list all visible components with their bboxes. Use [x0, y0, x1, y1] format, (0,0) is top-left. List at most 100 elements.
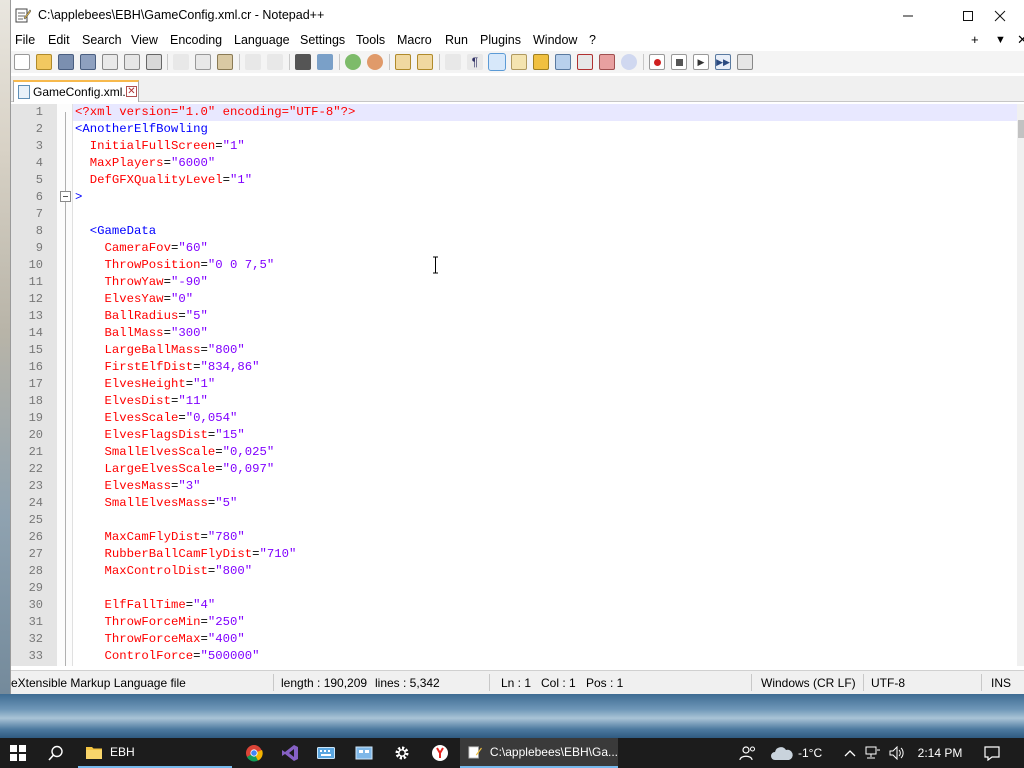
- menu-settings[interactable]: Settings: [300, 33, 345, 47]
- status-insert-mode[interactable]: INS: [991, 676, 1011, 690]
- code-line[interactable]: 24 SmallElvesMass="5": [11, 495, 1017, 512]
- code-line[interactable]: 3 InitialFullScreen="1": [11, 138, 1017, 155]
- taskbar-people[interactable]: [734, 738, 762, 768]
- status-encoding[interactable]: UTF-8: [871, 676, 905, 690]
- code-line[interactable]: 10 ThrowPosition="0 0 7,5": [11, 257, 1017, 274]
- zoom-in-icon[interactable]: [345, 54, 361, 70]
- code-line[interactable]: 22 LargeElvesScale="0,097": [11, 461, 1017, 478]
- taskbar-clock[interactable]: 2:14 PM: [912, 738, 968, 768]
- menu-run[interactable]: Run: [445, 33, 468, 47]
- taskbar-settings[interactable]: [384, 738, 420, 768]
- code-line[interactable]: 31 ThrowForceMin="250": [11, 614, 1017, 631]
- vertical-scrollbar[interactable]: [1017, 104, 1024, 666]
- undo-icon[interactable]: [245, 54, 261, 70]
- cut-icon[interactable]: [173, 54, 189, 70]
- new-file-icon[interactable]: [14, 54, 30, 70]
- code-line[interactable]: 13 BallRadius="5": [11, 308, 1017, 325]
- record-macro-icon[interactable]: [649, 54, 665, 70]
- sync-horizontal-icon[interactable]: [417, 54, 433, 70]
- code-line[interactable]: 28 MaxControlDist="800": [11, 563, 1017, 580]
- sync-vertical-icon[interactable]: [395, 54, 411, 70]
- run-macro-multiple-icon[interactable]: ▶▶: [715, 54, 731, 70]
- folder-as-workspace-icon[interactable]: [577, 54, 593, 70]
- code-line[interactable]: 8 <GameData: [11, 223, 1017, 240]
- code-line[interactable]: 9 CameraFov="60": [11, 240, 1017, 257]
- status-eol-format[interactable]: Windows (CR LF): [761, 676, 856, 690]
- show-hidden-icons-button[interactable]: [840, 738, 860, 768]
- print-icon[interactable]: [146, 54, 162, 70]
- tab-list-dropdown-button[interactable]: ▼: [995, 34, 1006, 46]
- paste-icon[interactable]: [217, 54, 233, 70]
- action-center-button[interactable]: [978, 738, 1006, 768]
- menu-language[interactable]: Language: [234, 33, 290, 47]
- document-map-icon[interactable]: [533, 54, 549, 70]
- code-line[interactable]: 16 FirstElfDist="834,86": [11, 359, 1017, 376]
- taskbar-keyboard-app[interactable]: [308, 738, 344, 768]
- menu-tools[interactable]: Tools: [356, 33, 385, 47]
- code-line[interactable]: 26 MaxCamFlyDist="780": [11, 529, 1017, 546]
- volume-control[interactable]: [886, 738, 908, 768]
- replace-icon[interactable]: [317, 54, 333, 70]
- save-icon[interactable]: [58, 54, 74, 70]
- tab-close-icon[interactable]: ✕: [126, 86, 137, 97]
- function-list-icon[interactable]: [555, 54, 571, 70]
- menu-search[interactable]: Search: [82, 33, 122, 47]
- code-line[interactable]: 27 RubberBallCamFlyDist="710": [11, 546, 1017, 563]
- code-line[interactable]: 12 ElvesYaw="0": [11, 291, 1017, 308]
- taskbar-yandex-browser[interactable]: [422, 738, 458, 768]
- close-all-icon[interactable]: [124, 54, 140, 70]
- taskbar-visual-studio[interactable]: [272, 738, 308, 768]
- menu-plugins[interactable]: Plugins: [480, 33, 521, 47]
- code-line[interactable]: 33 ControlForce="500000": [11, 648, 1017, 665]
- code-line[interactable]: 18 ElvesDist="11": [11, 393, 1017, 410]
- minimize-button[interactable]: [885, 0, 931, 31]
- save-all-icon[interactable]: [80, 54, 96, 70]
- start-button[interactable]: [0, 738, 36, 768]
- code-line[interactable]: 2 <AnotherElfBowling: [11, 121, 1017, 138]
- code-line[interactable]: 25: [11, 512, 1017, 529]
- new-tab-plus-button[interactable]: +: [971, 32, 979, 47]
- title-bar[interactable]: C:\applebees\EBH\GameConfig.xml.cr - Not…: [11, 0, 1024, 31]
- taskbar-notepadpp[interactable]: C:\applebees\EBH\Ga...: [460, 738, 618, 768]
- show-all-characters-icon[interactable]: ¶: [467, 54, 483, 70]
- code-line[interactable]: 7: [11, 206, 1017, 223]
- scrollbar-thumb[interactable]: [1018, 120, 1024, 138]
- close-document-button[interactable]: ✕: [1017, 32, 1024, 48]
- code-line[interactable]: 32 ThrowForceMax="400": [11, 631, 1017, 648]
- code-line[interactable]: 21 SmallElvesScale="0,025": [11, 444, 1017, 461]
- menu-encoding[interactable]: Encoding: [170, 33, 222, 47]
- taskbar-chrome[interactable]: [236, 738, 272, 768]
- redo-icon[interactable]: [267, 54, 283, 70]
- taskbar-explorer-ebh[interactable]: EBH: [78, 738, 232, 768]
- word-wrap-icon[interactable]: [445, 54, 461, 70]
- search-button[interactable]: [38, 738, 74, 768]
- taskbar-weather[interactable]: -1°C: [770, 738, 836, 768]
- menu-macro[interactable]: Macro: [397, 33, 432, 47]
- menu-window[interactable]: Window: [533, 33, 577, 47]
- project-icon[interactable]: [599, 54, 615, 70]
- play-macro-icon[interactable]: ▶: [693, 54, 709, 70]
- open-file-icon[interactable]: [36, 54, 52, 70]
- code-line[interactable]: 17 ElvesHeight="1": [11, 376, 1017, 393]
- code-line[interactable]: 5 DefGFXQualityLevel="1": [11, 172, 1017, 189]
- close-button[interactable]: [977, 0, 1023, 31]
- code-line[interactable]: 14 BallMass="300": [11, 325, 1017, 342]
- code-line[interactable]: 15 LargeBallMass="800": [11, 342, 1017, 359]
- menu-edit[interactable]: Edit: [48, 33, 70, 47]
- code-line[interactable]: 4 MaxPlayers="6000": [11, 155, 1017, 172]
- monitoring-eye-icon[interactable]: [621, 54, 637, 70]
- menu-file[interactable]: File: [15, 33, 35, 47]
- code-line[interactable]: 6 >: [11, 189, 1017, 206]
- code-line[interactable]: 1 <?xml version="1.0" encoding="UTF-8"?>: [11, 104, 1017, 121]
- network-status[interactable]: [862, 738, 884, 768]
- zoom-out-icon[interactable]: [367, 54, 383, 70]
- editor-area[interactable]: 1 <?xml version="1.0" encoding="UTF-8"?> 2…: [11, 104, 1024, 666]
- find-icon[interactable]: [295, 54, 311, 70]
- code-line[interactable]: 11 ThrowYaw="-90": [11, 274, 1017, 291]
- indent-guide-icon[interactable]: [488, 53, 506, 71]
- menu-help[interactable]: ?: [589, 33, 596, 47]
- code-line[interactable]: 23 ElvesMass="3": [11, 478, 1017, 495]
- menu-view[interactable]: View: [131, 33, 158, 47]
- code-line[interactable]: 20 ElvesFlagsDist="15": [11, 427, 1017, 444]
- copy-icon[interactable]: [195, 54, 211, 70]
